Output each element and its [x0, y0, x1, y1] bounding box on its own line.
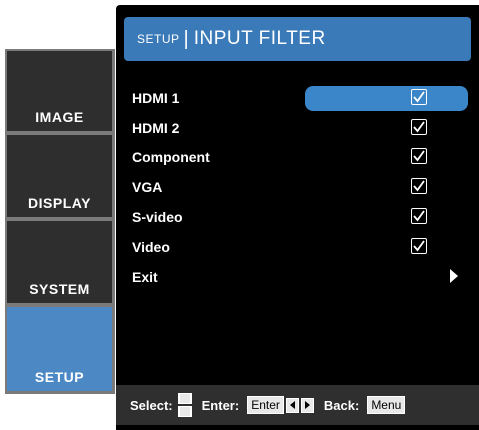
- checkbox-checked-icon[interactable]: [411, 119, 427, 135]
- up-arrow-key-icon: [177, 393, 192, 404]
- tab-setup-label: SETUP: [34, 369, 85, 385]
- menu-item-label: VGA: [132, 179, 163, 195]
- menu-item-label: S-video: [132, 209, 183, 225]
- enter-key: Enter: [247, 396, 284, 414]
- page-header: SETUP | INPUT FILTER: [124, 17, 471, 61]
- tab-image-label: IMAGE: [35, 109, 84, 125]
- menu-item-component[interactable]: Component: [132, 145, 472, 169]
- help-bar: Select: Enter: Enter Back: Menu: [116, 385, 479, 425]
- right-arrow-key-icon: [300, 397, 314, 413]
- triangle-right-icon: [450, 269, 458, 283]
- tab-display-label: DISPLAY: [28, 195, 91, 211]
- checkbox-checked-icon[interactable]: [411, 178, 427, 194]
- menu-item-exit[interactable]: Exit: [132, 265, 472, 289]
- enter-label: Enter:: [201, 397, 240, 413]
- page-title: INPUT FILTER: [193, 28, 326, 49]
- breadcrumb-separator: |: [183, 27, 189, 50]
- tab-setup[interactable]: SETUP: [7, 307, 112, 391]
- menu-item-label: Exit: [132, 269, 158, 285]
- up-down-keys-icon: [177, 393, 192, 417]
- menu-item-label: Component: [132, 149, 210, 165]
- tab-system[interactable]: SYSTEM: [7, 221, 112, 303]
- menu-tabs: IMAGE DISPLAY SYSTEM SETUP: [5, 49, 115, 394]
- menu-item-label: Video: [132, 239, 170, 255]
- back-label: Back:: [323, 397, 360, 413]
- breadcrumb: SETUP: [137, 32, 180, 46]
- left-arrow-key-icon: [285, 397, 299, 413]
- checkbox-checked-icon[interactable]: [411, 148, 427, 164]
- down-arrow-key-icon: [177, 406, 192, 417]
- menu-item-hdmi2[interactable]: HDMI 2: [132, 116, 472, 140]
- menu-item-video[interactable]: Video: [132, 235, 472, 259]
- menu-item-vga[interactable]: VGA: [132, 175, 472, 199]
- menu-key: Menu: [367, 396, 406, 414]
- menu-item-hdmi1[interactable]: HDMI 1: [132, 86, 472, 111]
- menu-item-label: HDMI 2: [132, 120, 180, 136]
- checkbox-checked-icon[interactable]: [411, 208, 427, 224]
- osd-panel: SETUP | INPUT FILTER HDMI 1 HDMI 2 Compo…: [116, 5, 479, 430]
- checkbox-checked-icon[interactable]: [411, 89, 427, 105]
- menu-item-label: HDMI 1: [132, 90, 180, 106]
- selection-highlight: [305, 86, 468, 111]
- checkbox-checked-icon[interactable]: [411, 238, 427, 254]
- tab-system-label: SYSTEM: [29, 281, 90, 297]
- tab-display[interactable]: DISPLAY: [7, 135, 112, 217]
- select-label: Select:: [130, 397, 173, 413]
- tab-image[interactable]: IMAGE: [7, 51, 112, 131]
- menu-item-s-video[interactable]: S-video: [132, 205, 472, 229]
